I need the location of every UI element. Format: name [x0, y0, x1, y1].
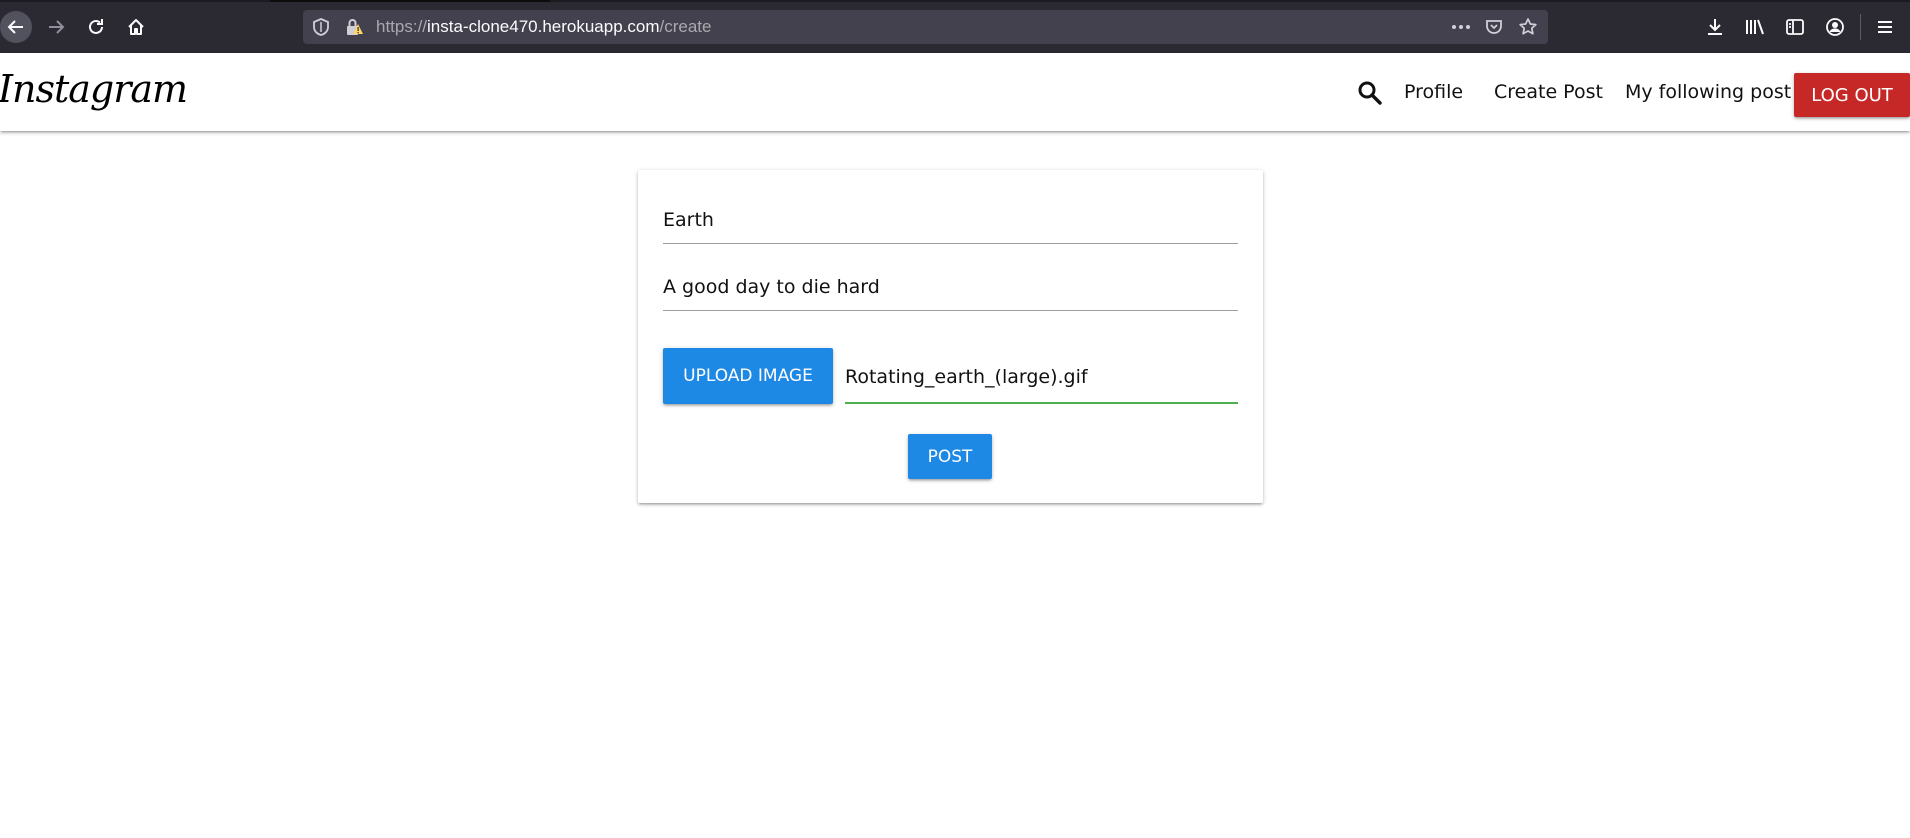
home-button[interactable]	[120, 11, 152, 43]
shield-icon[interactable]	[311, 17, 331, 41]
toolbar-separator	[1860, 14, 1861, 40]
bookmark-star-icon[interactable]	[1518, 17, 1538, 41]
create-post-card: UPLOAD IMAGE POST	[638, 170, 1263, 503]
back-button[interactable]	[0, 11, 32, 43]
reload-button[interactable]	[80, 11, 112, 43]
nav-link-create-post[interactable]: Create Post	[1494, 81, 1603, 103]
more-icon[interactable]	[1449, 17, 1473, 41]
address-bar[interactable]: https://insta-clone470.herokuapp.com/cre…	[303, 10, 1548, 44]
reload-icon	[89, 19, 103, 34]
forward-button[interactable]	[40, 11, 72, 43]
app-navbar: Instagram Profile Create Post My followi…	[0, 53, 1910, 131]
account-icon[interactable]	[1822, 14, 1848, 40]
library-icon[interactable]	[1742, 14, 1768, 40]
brand-logo[interactable]: Instagram	[0, 67, 188, 111]
url-scheme: https://	[376, 17, 428, 36]
post-button[interactable]: POST	[908, 434, 992, 479]
menu-icon[interactable]	[1872, 14, 1898, 40]
home-icon	[128, 19, 144, 35]
upload-image-button[interactable]: UPLOAD IMAGE	[663, 348, 833, 404]
body-input[interactable]	[663, 264, 1238, 311]
active-tab-indicator	[270, 0, 550, 2]
pocket-icon[interactable]	[1484, 17, 1504, 41]
nav-link-my-following-post[interactable]: My following post	[1625, 81, 1791, 103]
insecure-lock-icon[interactable]	[344, 17, 364, 41]
file-path-input[interactable]	[845, 352, 1238, 404]
title-input[interactable]	[663, 197, 1238, 244]
back-arrow-icon	[7, 20, 23, 34]
url-text[interactable]: https://insta-clone470.herokuapp.com/cre…	[376, 10, 712, 44]
url-path: /create	[659, 17, 712, 36]
sidebar-icon[interactable]	[1782, 14, 1808, 40]
search-icon[interactable]	[1357, 80, 1383, 110]
browser-toolbar: https://insta-clone470.herokuapp.com/cre…	[0, 0, 1910, 53]
forward-arrow-icon	[49, 20, 65, 34]
logout-button[interactable]: LOG OUT	[1794, 73, 1910, 117]
nav-link-profile[interactable]: Profile	[1404, 81, 1463, 103]
download-icon[interactable]	[1702, 14, 1728, 40]
url-host: insta-clone470.herokuapp.com	[427, 17, 660, 36]
